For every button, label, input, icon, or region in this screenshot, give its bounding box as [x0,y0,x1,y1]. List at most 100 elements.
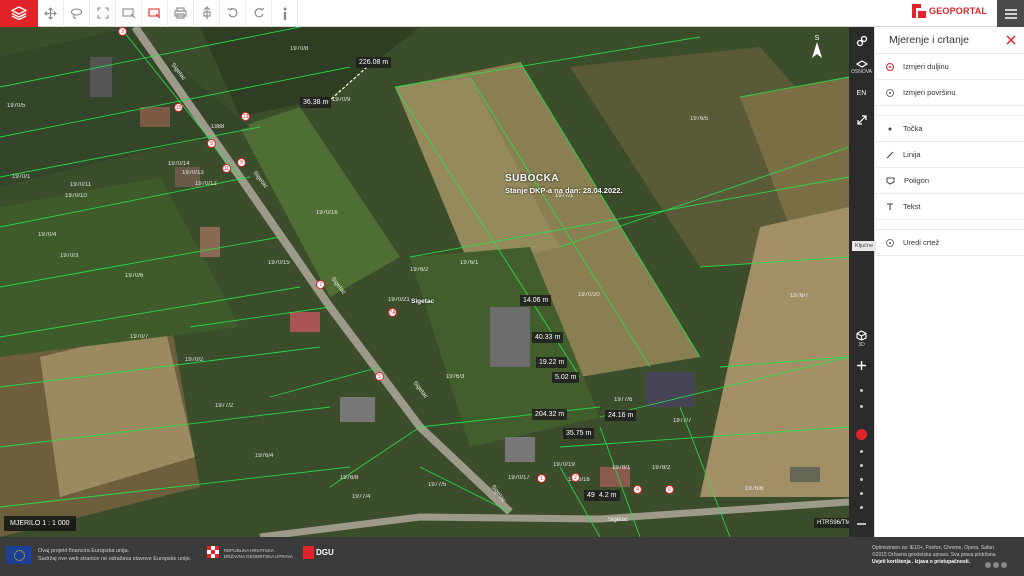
measure-area-option[interactable]: Izmjeri površinu [875,80,1024,106]
house-number: 1 [537,474,546,483]
browser-support: Optimizirano za: IE10+, Firefox, Chrome,… [872,545,994,551]
parcel-label: 1988 [211,124,225,130]
fullscreen-button[interactable] [90,0,116,27]
panel-divider [875,220,1024,230]
compass[interactable]: S [810,35,824,65]
cadastre-name: SUBOCKA [505,173,560,184]
dgu-logo[interactable]: DGU [303,546,334,559]
lasso-button[interactable] [64,0,90,27]
measure-button[interactable] [142,0,168,27]
hamburger-icon [1004,8,1017,19]
measure-length-label: Izmjeri duljinu [903,62,949,71]
parcel-label: 1970/13 [182,170,204,176]
north-up-button[interactable] [194,0,220,27]
street-label: Sigetac [608,517,629,523]
main-menu-button[interactable] [997,0,1024,27]
parcel-label: 1970/3 [60,253,79,259]
zoom-level-tick[interactable] [860,450,863,453]
map-canvas[interactable]: 1970/8 1970/5 1970/1 1970/11 1970/10 197… [0,27,849,537]
side-tab[interactable]: Ključne [852,241,877,251]
house-number: 4 [633,485,642,494]
text-icon [887,202,893,210]
3d-label: 3D [858,342,865,348]
map-controls: OSNOVA EN 3D [849,27,874,537]
minus-icon [857,523,866,525]
edit-drawing-option[interactable]: Uredi crtež [875,230,1024,256]
zoom-level-tick[interactable] [860,492,863,495]
parcel-label: 1970/20 [578,292,600,298]
measurement-label: 4.2 m [596,490,620,501]
draw-line-option[interactable]: Linija [875,142,1024,168]
zoom-level-tick[interactable] [860,464,863,467]
copyright: ©2015 Državna geodetska uprava. Sva prav… [872,552,996,558]
link-icon [856,35,867,47]
parcel-label: 1970/14 [168,161,190,167]
redo-button[interactable] [246,0,272,27]
undo-button[interactable] [220,0,246,27]
expand-icon [856,115,867,125]
hr-line-2: DRŽAVNA GEODETSKA UPRAVA [224,554,294,559]
parcel-label: 1970/8 [290,46,309,52]
cadastre-date: Stanje DKP-a na dan: 28.04.2022. [505,186,623,195]
crs-indicator[interactable]: HTRS96/TM [814,518,854,528]
undo-icon [227,7,237,18]
zoom-level-tick[interactable] [860,478,863,481]
house-number: 8 [207,139,216,148]
parcel-label: 1970/19 [553,462,575,468]
layers-button[interactable] [0,0,38,27]
3d-view-button[interactable]: 3D [849,327,874,351]
measurement-label: 40.33 m [532,332,564,343]
print-button[interactable] [168,0,194,27]
parcel-label: 1976/7 [790,293,809,299]
close-icon[interactable] [1006,35,1016,45]
measure-length-option[interactable]: Izmjeri duljinu [875,54,1024,80]
panel-title: Mjerenje i crtanje [889,34,969,46]
house-number: 15 [174,103,183,112]
select-area-button[interactable] [116,0,142,27]
zoom-level-tick[interactable] [860,405,863,408]
parcel-label: 1976/1 [460,260,479,266]
measurement-label: 19.22 m [536,357,568,368]
measurement-label: 24.16 m [605,410,637,421]
zoom-level-tick[interactable] [860,389,863,392]
parcel-label: 1970/10 [65,193,87,199]
print-icon [174,7,187,19]
zoom-slider-handle[interactable] [856,429,867,440]
fullscreen-icon [96,7,109,19]
footer-links[interactable]: Uvjeti korištenja . Izjava o pristupačno… [872,559,995,566]
draw-polygon-option[interactable]: Poligon [875,168,1024,194]
house-number: 9 [237,158,246,167]
social-links [985,562,1007,568]
draw-point-option[interactable]: Točka [875,116,1024,142]
twitter-icon[interactable] [993,562,999,568]
brand-logo[interactable]: GEOPORTAL [912,4,987,18]
share-link-button[interactable] [849,31,874,51]
croatia-coat-of-arms-icon [207,546,219,560]
language-button[interactable]: EN [849,85,874,101]
edit-drawing-label: Uredi crtež [903,238,940,247]
eu-line-1: Ovaj projekt financira Europska unija. [38,548,130,554]
scale-indicator: MJERILO 1 : 1 000 [4,516,76,531]
zoom-level-tick[interactable] [860,506,863,509]
zoom-out-button[interactable] [849,517,874,531]
place-name: Sigetac [411,298,435,305]
parcel-label: 1970/11 [70,182,92,188]
draw-text-option[interactable]: Tekst [875,194,1024,220]
parcel-label: 1978/2 [652,465,671,471]
facebook-icon[interactable] [985,562,991,568]
parcel-label: 1977/7 [673,418,692,424]
pan-button[interactable] [38,0,64,27]
info-button[interactable] [272,0,298,27]
zoom-in-button[interactable] [849,357,874,373]
expand-button[interactable] [849,111,874,129]
select-area-icon [121,8,135,19]
line-icon [886,151,894,158]
house-number: 6 [665,485,674,494]
eu-line-2: Sadržaj ove web stranice ne odražava sta… [38,556,192,562]
basemap-button[interactable]: OSNOVA [849,55,874,79]
north-arrow-icon [812,42,822,58]
parcel-label: 1976/4 [255,453,274,459]
youtube-icon[interactable] [1001,562,1007,568]
panel-divider [875,106,1024,116]
basemap-icon [855,59,868,68]
